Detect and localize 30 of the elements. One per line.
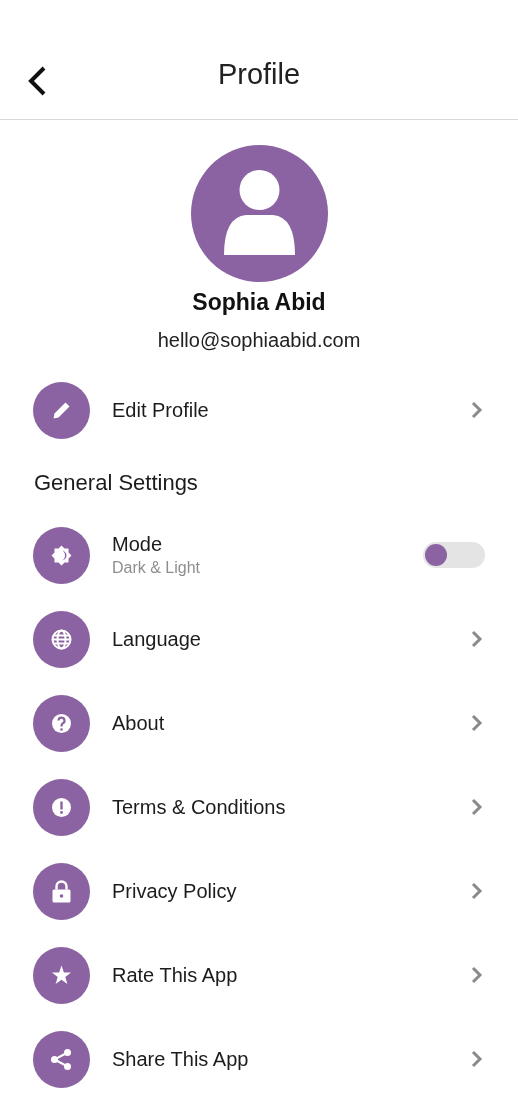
chevron-icon[interactable]: [471, 630, 483, 648]
chevron-icon[interactable]: [471, 882, 483, 900]
globe-icon: [33, 610, 90, 668]
section-title: General Settings: [34, 469, 198, 496]
item-label[interactable]: Terms & Conditions: [112, 795, 286, 819]
avatar-icon: [190, 145, 328, 282]
chevron-icon[interactable]: [471, 1050, 483, 1068]
user-email: hello@sophiaabid.com: [157, 328, 361, 353]
chevron-icon[interactable]: [471, 401, 483, 419]
back-icon[interactable]: [26, 65, 48, 97]
item-label[interactable]: Language: [112, 627, 201, 651]
item-label[interactable]: Mode: [112, 533, 163, 556]
item-label[interactable]: Edit Profile: [112, 398, 209, 422]
item-label[interactable]: Rate This App: [112, 963, 238, 987]
page-title: Profile: [217, 58, 301, 91]
mode-toggle[interactable]: [423, 542, 485, 568]
item-label[interactable]: About: [112, 711, 165, 735]
item-label[interactable]: Privacy Policy: [112, 879, 237, 903]
share-icon: [33, 1030, 90, 1088]
user-name: Sophia Abid: [192, 288, 326, 317]
chevron-icon[interactable]: [471, 798, 483, 816]
pencil-icon: [33, 381, 90, 439]
help-icon: [33, 694, 90, 752]
item-sublabel: Dark & Light: [112, 559, 201, 577]
chevron-icon[interactable]: [471, 966, 483, 984]
alert-icon: [33, 778, 90, 836]
chevron-icon[interactable]: [471, 714, 483, 732]
item-label[interactable]: Share This App: [112, 1047, 249, 1071]
brightness-icon: [33, 526, 90, 584]
lock-icon: [33, 862, 90, 920]
